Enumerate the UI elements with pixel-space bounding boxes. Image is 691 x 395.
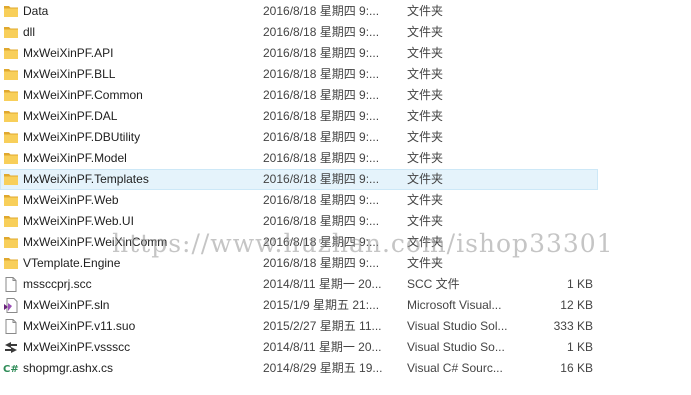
file-size: 1 KB [566, 277, 593, 291]
folder-icon [3, 172, 19, 187]
file-row[interactable]: mssccprj.scc 2014/8/11 星期一 20... SCC 文件 1 K… [0, 274, 598, 295]
file-type: 文件夹 [407, 25, 444, 39]
file-type: 文件夹 [407, 109, 444, 123]
folder-icon [3, 151, 19, 166]
file-date-modified: 2016/8/18 星期四 9:... [263, 151, 380, 165]
file-name: MxWeiXinPF.sln [23, 298, 110, 312]
file-type: 文件夹 [407, 88, 444, 102]
folder-icon [3, 46, 19, 61]
file-row[interactable]: dll 2016/8/18 星期四 9:... 文件夹 [0, 22, 598, 43]
file-type: SCC 文件 [407, 277, 460, 291]
folder-icon [3, 214, 19, 229]
folder-icon [3, 4, 19, 19]
file-name: MxWeiXinPF.v11.suo [23, 319, 136, 333]
file-row[interactable]: MxWeiXinPF.Model 2016/8/18 星期四 9:... 文件夹 [0, 148, 598, 169]
file-type: 文件夹 [407, 193, 444, 207]
folder-icon [3, 256, 19, 271]
file-size: 333 KB [553, 319, 593, 333]
file-type: Microsoft Visual... [407, 298, 502, 312]
file-name: MxWeiXinPF.Web.UI [23, 214, 134, 228]
file-name: MxWeiXinPF.DAL [23, 109, 118, 123]
file-date-modified: 2016/8/18 星期四 9:... [263, 67, 380, 81]
folder-icon [3, 25, 19, 40]
file-date-modified: 2016/8/18 星期四 9:... [263, 214, 380, 228]
file-name: MxWeiXinPF.WeiXinComm [23, 235, 168, 249]
file-type: Visual Studio Sol... [407, 319, 508, 333]
file-size: 12 KB [560, 298, 593, 312]
file-size: 16 KB [560, 361, 593, 375]
file-date-modified: 2016/8/18 星期四 9:... [263, 46, 380, 60]
file-date-modified: 2016/8/18 星期四 9:... [263, 4, 380, 18]
file-row[interactable]: MxWeiXinPF.DBUtility 2016/8/18 星期四 9:... 文… [0, 127, 598, 148]
file-date-modified: 2015/2/27 星期五 11... [263, 319, 382, 333]
file-row[interactable]: MxWeiXinPF.Templates 2016/8/18 星期四 9:... 文… [0, 169, 598, 190]
file-row[interactable]: MxWeiXinPF.vssscc 2014/8/11 星期一 20... Visu… [0, 337, 598, 358]
file-name: MxWeiXinPF.Model [23, 151, 127, 165]
file-row[interactable]: C# shopmgr.ashx.cs 2014/8/29 星期五 19... Visu… [0, 358, 598, 379]
file-type: Visual Studio So... [407, 340, 505, 354]
file-date-modified: 2016/8/18 星期四 9:... [263, 193, 380, 207]
file-type: 文件夹 [407, 46, 444, 60]
file-name: dll [23, 25, 36, 39]
source-control-icon [3, 340, 19, 355]
file-name: MxWeiXinPF.BLL [23, 67, 116, 81]
folder-icon [3, 67, 19, 82]
file-row[interactable]: MxWeiXinPF.WeiXinComm 2016/8/18 星期四 9:...… [0, 232, 598, 253]
file-row[interactable]: MxWeiXinPF.Web 2016/8/18 星期四 9:... 文件夹 [0, 190, 598, 211]
file-date-modified: 2016/8/18 星期四 9:... [263, 256, 380, 270]
file-row[interactable]: MxWeiXinPF.Web.UI 2016/8/18 星期四 9:... 文件夹 [0, 211, 598, 232]
file-date-modified: 2016/8/18 星期四 9:... [263, 88, 380, 102]
csharp-file-icon: C# [3, 361, 19, 376]
file-row[interactable]: MxWeiXinPF.DAL 2016/8/18 星期四 9:... 文件夹 [0, 106, 598, 127]
file-name: MxWeiXinPF.DBUtility [23, 130, 141, 144]
folder-icon [3, 130, 19, 145]
file-name: Data [23, 4, 49, 18]
file-name: MxWeiXinPF.Web [23, 193, 119, 207]
file-row[interactable]: Data 2016/8/18 星期四 9:... 文件夹 [0, 1, 598, 22]
file-date-modified: 2015/1/9 星期五 21:... [263, 298, 380, 312]
file-date-modified: 2014/8/11 星期一 20... [263, 340, 382, 354]
file-row[interactable]: VTemplate.Engine 2016/8/18 星期四 9:... 文件夹 [0, 253, 598, 274]
file-date-modified: 2014/8/29 星期五 19... [263, 361, 383, 375]
file-type: 文件夹 [407, 214, 444, 228]
folder-icon [3, 235, 19, 250]
file-date-modified: 2016/8/18 星期四 9:... [263, 25, 380, 39]
file-row[interactable]: MxWeiXinPF.Common 2016/8/18 星期四 9:... 文件夹 [0, 85, 598, 106]
visual-studio-solution-icon [3, 298, 19, 313]
file-type: 文件夹 [407, 172, 444, 186]
file-name: MxWeiXinPF.Templates [23, 172, 149, 186]
file-date-modified: 2016/8/18 星期四 9:... [263, 172, 380, 186]
file-type: 文件夹 [407, 130, 444, 144]
file-type: 文件夹 [407, 67, 444, 81]
folder-icon [3, 109, 19, 124]
file-type: 文件夹 [407, 256, 444, 270]
file-date-modified: 2016/8/18 星期四 9:... [263, 235, 380, 249]
folder-icon [3, 193, 19, 208]
file-row[interactable]: MxWeiXinPF.sln 2015/1/9 星期五 21:... Microso… [0, 295, 598, 316]
file-name: VTemplate.Engine [23, 256, 121, 270]
folder-icon [3, 88, 19, 103]
file-type: 文件夹 [407, 151, 444, 165]
file-row[interactable]: MxWeiXinPF.API 2016/8/18 星期四 9:... 文件夹 [0, 43, 598, 64]
file-date-modified: 2016/8/18 星期四 9:... [263, 130, 380, 144]
file-type: 文件夹 [407, 235, 444, 249]
file-name: MxWeiXinPF.Common [23, 88, 143, 102]
file-name: shopmgr.ashx.cs [23, 361, 114, 375]
file-name: MxWeiXinPF.API [23, 46, 114, 60]
file-row[interactable]: MxWeiXinPF.BLL 2016/8/18 星期四 9:... 文件夹 [0, 64, 598, 85]
file-type: Visual C# Sourc... [407, 361, 503, 375]
file-size: 1 KB [566, 340, 593, 354]
file-name: mssccprj.scc [23, 277, 92, 291]
file-type: 文件夹 [407, 4, 444, 18]
file-date-modified: 2016/8/18 星期四 9:... [263, 109, 380, 123]
document-icon [3, 319, 19, 334]
file-date-modified: 2014/8/11 星期一 20... [263, 277, 382, 291]
svg-text:C#: C# [3, 364, 19, 375]
file-row[interactable]: MxWeiXinPF.v11.suo 2015/2/27 星期五 11... Vis… [0, 316, 598, 337]
file-name: MxWeiXinPF.vssscc [23, 340, 131, 354]
document-icon [3, 277, 19, 292]
